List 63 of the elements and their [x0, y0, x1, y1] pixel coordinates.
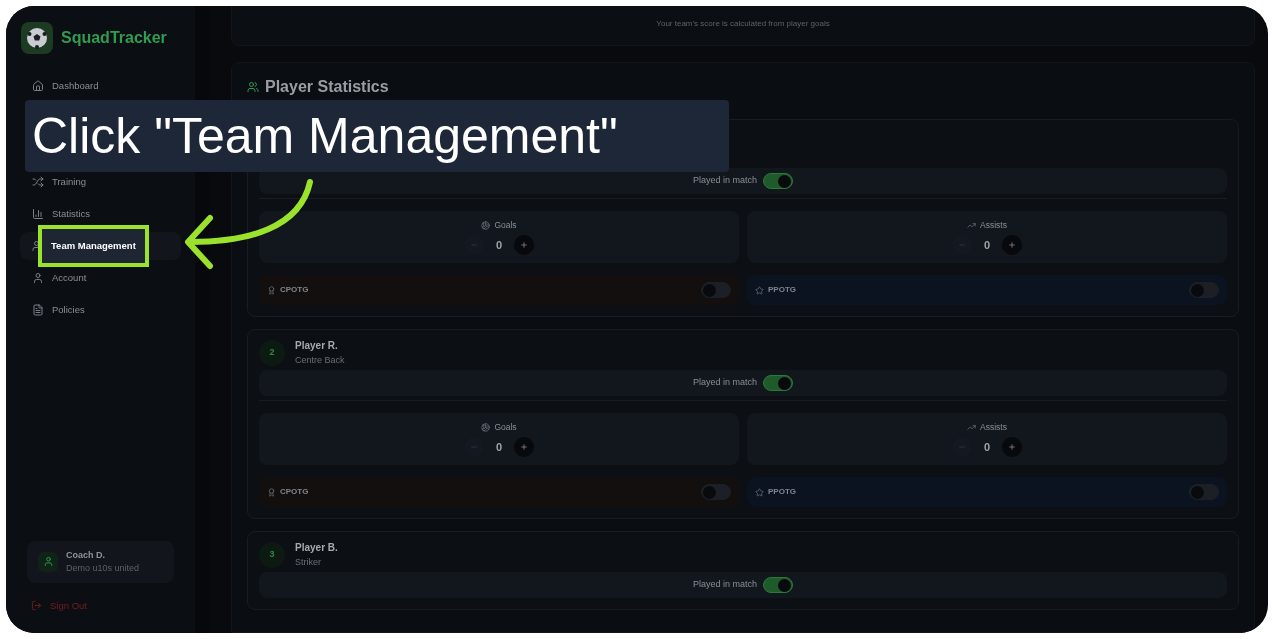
cpotg-label: CPOTG — [280, 284, 309, 296]
award-icon — [267, 487, 276, 497]
nav-item[interactable]: Statistics — [20, 200, 181, 228]
nav-item[interactable]: Policies — [20, 296, 181, 324]
ball-icon — [481, 221, 491, 230]
cpotg-toggle[interactable] — [701, 282, 731, 298]
stat-value: 0 — [983, 439, 991, 455]
document-icon — [32, 304, 44, 316]
app-name: SquadTracker — [61, 28, 167, 48]
stat-value: 0 — [983, 237, 991, 253]
ppotg-toggle[interactable] — [1189, 484, 1219, 500]
user-icon — [42, 556, 54, 568]
played-label: Played in match — [692, 376, 757, 390]
played-toggle[interactable] — [763, 577, 793, 593]
ppotg-toggle[interactable] — [1189, 282, 1219, 298]
sign-out-icon — [31, 600, 42, 612]
ppotg-label: PPOTG — [768, 284, 796, 296]
player-name: Player B. — [295, 541, 338, 555]
trend-up-icon — [967, 423, 977, 432]
played-label: Played in match — [692, 578, 757, 592]
played-label: Played in match — [692, 174, 757, 188]
plus-icon — [1008, 442, 1017, 451]
player-name: Player R. — [295, 339, 339, 353]
plus-icon — [520, 240, 529, 249]
nav-item[interactable]: Dashboard — [20, 72, 181, 100]
arrows-icon — [32, 176, 44, 188]
player-position: Centre Back — [295, 354, 345, 367]
nav-item[interactable]: Account — [20, 264, 181, 292]
player-number-badge: 3 — [259, 542, 285, 568]
user-name: Coach D. — [66, 548, 106, 562]
section-title: Player Statistics — [265, 77, 389, 97]
stat-value: 0 — [495, 439, 503, 455]
cpotg-label: CPOTG — [280, 486, 309, 498]
ppotg-label: PPOTG — [768, 486, 796, 498]
user-icon — [32, 272, 44, 284]
played-toggle[interactable] — [763, 375, 793, 391]
stat-label: Assists — [980, 421, 1007, 434]
increment-button[interactable] — [1002, 436, 1023, 457]
bar-chart-icon — [32, 208, 44, 220]
increment-button[interactable] — [514, 436, 535, 457]
player-position: Striker — [295, 556, 322, 569]
house-icon — [32, 80, 44, 92]
award-icon — [267, 285, 276, 295]
plus-icon — [1008, 240, 1017, 249]
stat-label: Goals — [494, 219, 517, 232]
played-toggle[interactable] — [763, 173, 793, 189]
cpotg-toggle[interactable] — [701, 484, 731, 500]
increment-button[interactable] — [514, 234, 535, 255]
player-number-badge: 2 — [259, 340, 285, 366]
trend-up-icon — [967, 221, 977, 230]
user-team: Demo u10s united — [66, 561, 140, 575]
score-note: Your team's score is calculated from player goals — [656, 18, 830, 30]
star-icon — [755, 487, 764, 497]
tutorial-callout: Click "Team Management" — [25, 100, 729, 172]
star-icon — [755, 285, 764, 295]
plus-icon — [520, 442, 529, 451]
users-icon — [247, 81, 259, 93]
stat-label: Goals — [494, 421, 517, 434]
soccer-ball-logo-icon — [21, 22, 53, 54]
stat-value: 0 — [495, 237, 503, 253]
ball-icon — [481, 423, 491, 432]
increment-button[interactable] — [1002, 234, 1023, 255]
stat-label: Assists — [980, 219, 1007, 232]
